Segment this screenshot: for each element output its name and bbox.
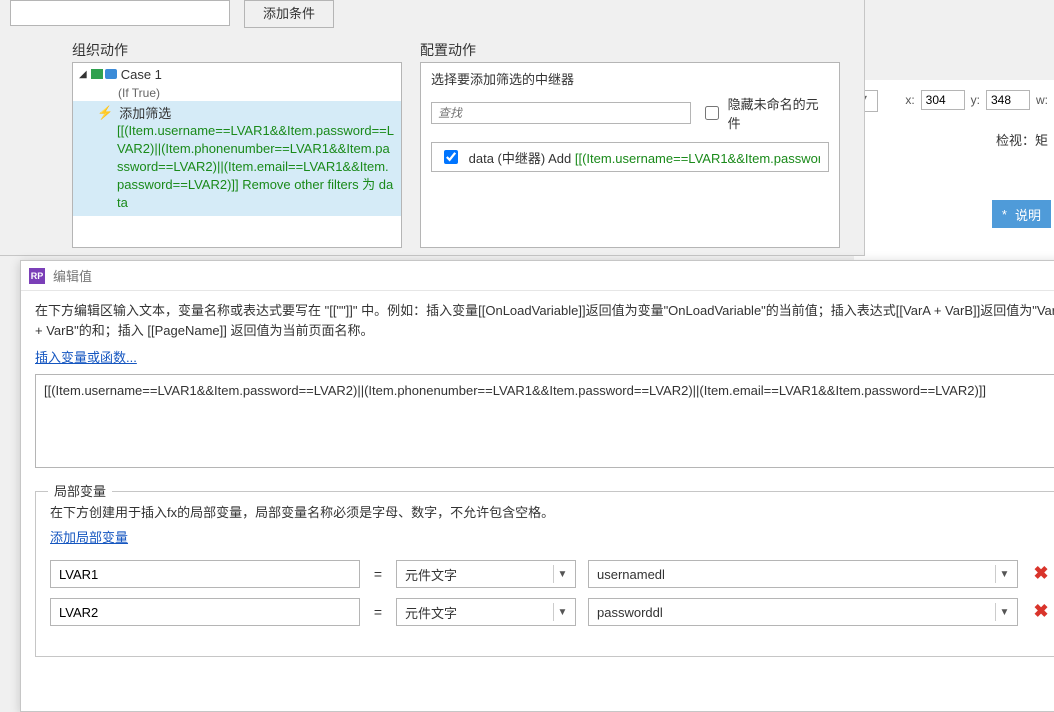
y-input[interactable] [986,90,1030,110]
case-type-icons [91,69,117,79]
notes-tab[interactable]: * 说明 [992,200,1051,228]
local-variables-hint: 在下方创建用于插入fx的局部变量，局部变量名称必须是字母、数字，不允许包含空格。 [50,502,1052,521]
hide-unnamed-label: 隐藏未命名的元件 [728,94,829,132]
condition-input[interactable] [10,0,230,26]
lvar-target-dropdown[interactable]: passworddl ▼ [588,598,1018,626]
local-variables-fieldset: 局部变量 在下方创建用于插入fx的局部变量，局部变量名称必须是字母、数字，不允许… [35,491,1054,657]
action-block[interactable]: ⚡ 添加筛选 [[(Item.username==LVAR1&&Item.pas… [73,101,401,216]
lvar-name-input[interactable] [50,560,360,588]
configure-title: 选择要添加筛选的中继器 [431,69,829,88]
inspector-title: 检视：矩 [996,130,1048,149]
x-input[interactable] [921,90,965,110]
configure-actions-header: 配置动作 [420,40,476,60]
delete-row-icon[interactable]: ✖ [1030,601,1052,623]
action-expression: [[(Item.username==LVAR1&&Item.password==… [97,122,395,212]
unsaved-indicator-icon: * [1002,207,1007,222]
action-title-row: ⚡ 添加筛选 [97,103,395,122]
configure-actions-panel: 选择要添加筛选的中继器 隐藏未命名的元件 data (中继器) Add [[(I… [420,62,840,248]
lvar-target-value: usernamedl [597,567,665,582]
add-condition-button[interactable]: 添加条件 [244,0,334,28]
app-icon: RP [29,268,45,284]
lvar-type-dropdown[interactable]: 元件文字 ▼ [396,598,576,626]
lvar-type-value: 元件文字 [405,565,457,584]
hide-unnamed-checkbox[interactable] [705,106,719,120]
repeater-item-expr: [[(Item.username==LVAR1&&Item.password [575,151,820,166]
lightning-icon: ⚡ [97,105,113,121]
local-variables-legend: 局部变量 [48,481,112,500]
expand-triangle-icon[interactable]: ◢ [79,69,87,80]
case-row[interactable]: ◢ Case 1 [73,63,401,85]
dialog-title: 编辑值 [53,266,92,285]
insert-variable-link[interactable]: 插入变量或函数... [35,347,137,366]
delete-row-icon[interactable]: ✖ [1030,563,1052,585]
close-icon[interactable]: × [1050,266,1054,286]
x-label: x: [905,93,914,107]
repeater-search-input[interactable] [431,102,691,124]
lvar-type-dropdown[interactable]: 元件文字 ▼ [396,560,576,588]
case-editor-panel: 添加条件 组织动作 配置动作 ◢ Case 1 (If True) ⚡ 添加筛选… [0,0,865,256]
y-label: y: [971,93,980,107]
action-title: 添加筛选 [119,103,171,122]
repeater-item-text: data (中继器) Add [[(Item.username==LVAR1&&… [469,148,820,167]
repeater-item-row[interactable]: data (中继器) Add [[(Item.username==LVAR1&&… [431,142,829,172]
organize-actions-list: ◢ Case 1 (If True) ⚡ 添加筛选 [[(Item.userna… [72,62,402,248]
lvar-type-value: 元件文字 [405,603,457,622]
chevron-down-icon: ▼ [995,565,1013,583]
case-icon-blue [105,69,117,79]
chevron-down-icon: ▼ [553,565,571,583]
repeater-item-prefix: data (中继器) Add [469,151,575,166]
dialog-body: 在下方编辑区输入文本，变量名称或表达式要写在 "[[""]]" 中。例如：插入变… [21,291,1054,667]
expression-textarea[interactable]: [[(Item.username==LVAR1&&Item.password==… [35,374,1054,468]
hide-unnamed-checkbox-row[interactable]: 隐藏未命名的元件 [701,94,829,132]
lvar-target-dropdown[interactable]: usernamedl ▼ [588,560,1018,588]
case-condition-text: (If True) [73,85,401,101]
local-variable-row: = 元件文字 ▼ usernamedl ▼ ✖ [50,560,1052,588]
chevron-down-icon: ▼ [553,603,571,621]
equals-sign: = [372,566,384,582]
case-label: Case 1 [121,67,162,82]
w-label: w: [1036,93,1048,107]
repeater-item-checkbox[interactable] [444,150,458,164]
dialog-titlebar[interactable]: RP 编辑值 × [21,261,1054,291]
equals-sign: = [372,604,384,620]
lvar-target-value: passworddl [597,605,663,620]
lvar-name-input[interactable] [50,598,360,626]
case-icon-green [91,69,103,79]
edit-value-dialog: RP 编辑值 × 在下方编辑区输入文本，变量名称或表达式要写在 "[[""]]"… [20,260,1054,712]
organize-actions-header: 组织动作 [72,40,128,60]
add-local-variable-link[interactable]: 添加局部变量 [50,527,128,546]
coordinate-bar: x: y: w: [905,90,1054,110]
notes-tab-label: 说明 [1015,205,1041,224]
dialog-hint-text: 在下方编辑区输入文本，变量名称或表达式要写在 "[[""]]" 中。例如：插入变… [35,301,1054,341]
local-variable-row: = 元件文字 ▼ passworddl ▼ ✖ [50,598,1052,626]
chevron-down-icon: ▼ [995,603,1013,621]
